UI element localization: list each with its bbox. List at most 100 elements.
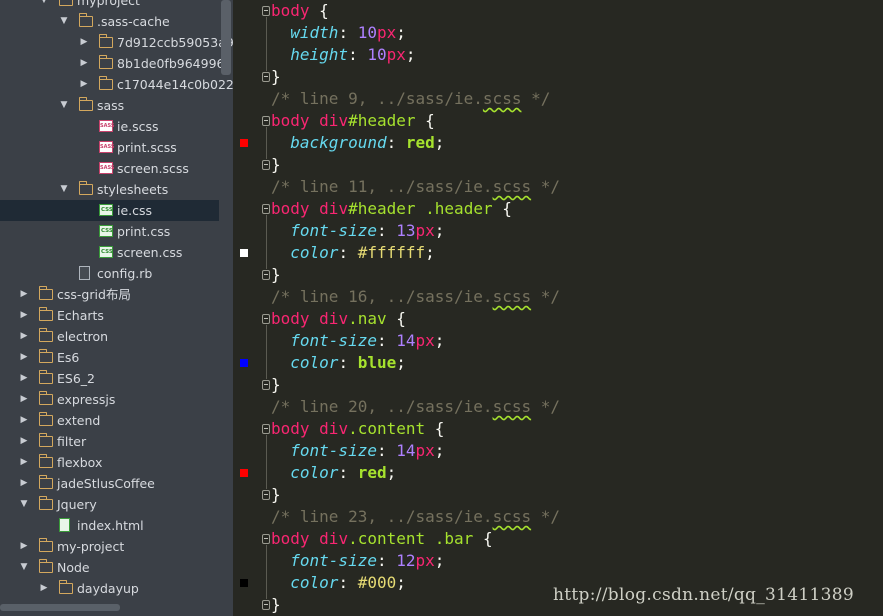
code-line[interactable]: body {: [271, 0, 883, 22]
code-line[interactable]: font-size: 14px;: [271, 440, 883, 462]
chevron-down-icon[interactable]: ▼: [58, 95, 70, 116]
tree-folder[interactable]: ▶ Echarts: [0, 305, 219, 326]
chevron-right-icon[interactable]: ▶: [38, 578, 50, 599]
code-line[interactable]: /* line 11, ../sass/ie.scss */: [271, 176, 883, 198]
tree-folder[interactable]: ▼ Node: [0, 557, 219, 578]
horizontal-scrollbar[interactable]: [0, 604, 120, 611]
fold-close-icon[interactable]: [262, 72, 270, 82]
tree-file[interactable]: index.html: [0, 515, 219, 536]
tree-folder[interactable]: ▶ Es6: [0, 347, 219, 368]
tree-file[interactable]: config.rb: [0, 263, 219, 284]
fold-open-icon[interactable]: [262, 314, 270, 324]
tree-folder[interactable]: ▶ filter: [0, 431, 219, 452]
fold-open-icon[interactable]: [262, 116, 270, 126]
code-line[interactable]: /* line 20, ../sass/ie.scss */: [271, 396, 883, 418]
fold-open-icon[interactable]: [262, 6, 270, 16]
tree-folder[interactable]: ▶ jadeStlusCoffee: [0, 473, 219, 494]
chevron-right-icon[interactable]: ▶: [18, 473, 30, 494]
tree-folder[interactable]: ▼ Jquery: [0, 494, 219, 515]
fold-guide: [266, 127, 267, 159]
fold-open-icon[interactable]: [262, 204, 270, 214]
code-line[interactable]: /* line 9, ../sass/ie.scss */: [271, 88, 883, 110]
code-editor[interactable]: body { width: 10px; height: 10px;}/* lin…: [271, 0, 883, 616]
tree-folder[interactable]: ▼ .sass-cache: [0, 11, 219, 32]
chevron-right-icon[interactable]: ▶: [18, 452, 30, 473]
code-line[interactable]: /* line 16, ../sass/ie.scss */: [271, 286, 883, 308]
tree-item-label: print.css: [117, 224, 171, 239]
chevron-right-icon[interactable]: ▶: [18, 389, 30, 410]
code-line[interactable]: body div.nav {: [271, 308, 883, 330]
code-line[interactable]: font-size: 14px;: [271, 330, 883, 352]
code-line[interactable]: color: red;: [271, 462, 883, 484]
code-line[interactable]: }: [271, 154, 883, 176]
tree-folder[interactable]: ▶ c17044e14c0b022: [0, 74, 233, 95]
code-line[interactable]: body div.content {: [271, 418, 883, 440]
code-line[interactable]: }: [271, 374, 883, 396]
sidebar-scrollbar[interactable]: [221, 0, 231, 75]
chevron-right-icon[interactable]: ▶: [18, 368, 30, 389]
tree-folder[interactable]: ▶ my-project: [0, 536, 219, 557]
code-line[interactable]: body div.content .bar {: [271, 528, 883, 550]
tree-folder[interactable]: ▶ extend: [0, 410, 219, 431]
chevron-down-icon[interactable]: ▼: [18, 557, 30, 578]
chevron-down-icon[interactable]: ▼: [58, 179, 70, 200]
code-line[interactable]: background: red;: [271, 132, 883, 154]
folder-icon: [78, 97, 93, 111]
chevron-down-icon[interactable]: ▼: [38, 0, 50, 11]
chevron-right-icon[interactable]: ▶: [18, 431, 30, 452]
tree-file[interactable]: screen.css: [0, 242, 219, 263]
chevron-right-icon[interactable]: ▶: [18, 326, 30, 347]
chevron-right-icon[interactable]: ▶: [78, 74, 90, 95]
tree-file[interactable]: print.scss: [0, 137, 219, 158]
chevron-right-icon[interactable]: ▶: [78, 32, 90, 53]
code-line[interactable]: color: #ffffff;: [271, 242, 883, 264]
code-line[interactable]: }: [271, 66, 883, 88]
tree-folder[interactable]: ▶ expressjs: [0, 389, 219, 410]
tree-item-label: config.rb: [97, 266, 153, 281]
code-line[interactable]: color: blue;: [271, 352, 883, 374]
chevron-right-icon[interactable]: ▶: [18, 284, 30, 305]
code-line[interactable]: /* line 23, ../sass/ie.scss */: [271, 506, 883, 528]
tree-folder[interactable]: ▶ electron: [0, 326, 219, 347]
watermark: http://blog.csdn.net/qq_31411389: [553, 585, 854, 605]
tree-file[interactable]: ie.css: [0, 200, 219, 221]
tree-folder[interactable]: ▶ daydayup: [0, 578, 219, 599]
fold-close-icon[interactable]: [262, 600, 270, 610]
tree-folder[interactable]: ▶ ES6_2: [0, 368, 219, 389]
tree-file[interactable]: screen.scss: [0, 158, 219, 179]
code-line[interactable]: body div#header {: [271, 110, 883, 132]
tree-folder[interactable]: ▼ sass: [0, 95, 219, 116]
code-line[interactable]: }: [271, 484, 883, 506]
code-line[interactable]: font-size: 12px;: [271, 550, 883, 572]
tree-folder[interactable]: ▶ 7d912ccb59053a9: [0, 32, 233, 53]
fold-close-icon[interactable]: [262, 160, 270, 170]
code-line[interactable]: height: 10px;: [271, 44, 883, 66]
fold-close-icon[interactable]: [262, 380, 270, 390]
chevron-right-icon[interactable]: ▶: [18, 536, 30, 557]
fold-open-icon[interactable]: [262, 534, 270, 544]
tree-file[interactable]: ie.scss: [0, 116, 219, 137]
chevron-right-icon[interactable]: ▶: [78, 53, 90, 74]
code-line[interactable]: body div#header .header {: [271, 198, 883, 220]
tree-folder[interactable]: ▶ 8b1de0fb964996c: [0, 53, 231, 74]
code-line[interactable]: font-size: 13px;: [271, 220, 883, 242]
tree-file[interactable]: print.css: [0, 221, 219, 242]
tree-folder[interactable]: ▼ myproject: [0, 0, 219, 11]
chevron-down-icon[interactable]: ▼: [18, 494, 30, 515]
code-line[interactable]: }: [271, 264, 883, 286]
tree-folder[interactable]: ▼ stylesheets: [0, 179, 219, 200]
chevron-right-icon[interactable]: ▶: [18, 305, 30, 326]
tree-folder[interactable]: ▶ flexbox: [0, 452, 219, 473]
fold-guide: [266, 17, 267, 71]
fold-close-icon[interactable]: [262, 490, 270, 500]
fold-open-icon[interactable]: [262, 424, 270, 434]
chevron-down-icon[interactable]: ▼: [58, 11, 70, 32]
color-swatch-icon: [240, 249, 248, 257]
fold-close-icon[interactable]: [262, 270, 270, 280]
chevron-right-icon[interactable]: ▶: [18, 410, 30, 431]
sass-file-icon: [99, 141, 114, 153]
chevron-right-icon[interactable]: ▶: [18, 347, 30, 368]
tree-folder[interactable]: ▶ css-grid布局: [0, 284, 219, 305]
code-line[interactable]: width: 10px;: [271, 22, 883, 44]
tree-item-label: my-project: [57, 539, 125, 554]
